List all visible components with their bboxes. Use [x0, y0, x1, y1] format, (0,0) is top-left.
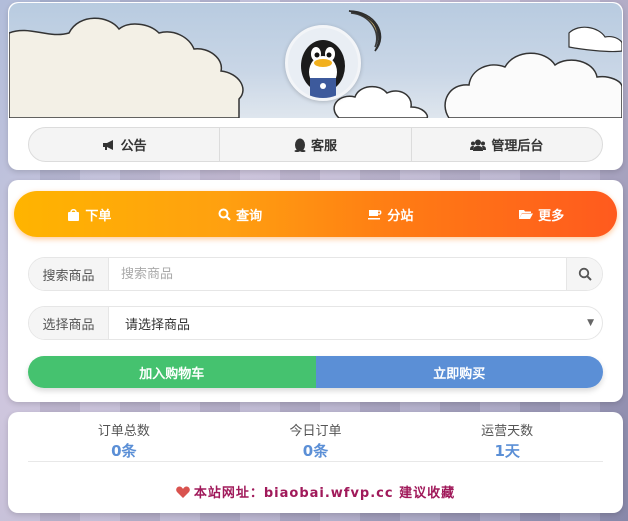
order-tabs: 下单 查询 分站 更多 — [14, 191, 617, 237]
stat-total-orders: 订单总数 0条 — [28, 422, 220, 461]
search-label: 搜索商品 — [29, 258, 109, 290]
stats-row: 订单总数 0条 今日订单 0条 运营天数 1天 — [28, 422, 603, 462]
buy-now-button[interactable]: 立即购买 — [315, 356, 603, 388]
shopping-bag-icon — [68, 208, 80, 221]
order-card: 下单 查询 分站 更多 搜索商品 搜索商品 选择商品 请选择商品 ▼ 加入购物车… — [8, 180, 623, 402]
product-select[interactable]: 请选择商品 ▼ — [109, 307, 602, 339]
tab-label: 查询 — [236, 208, 263, 224]
stat-value: 0条 — [302, 442, 329, 460]
tab-more[interactable]: 更多 — [466, 205, 617, 224]
nav-label: 公告 — [120, 139, 147, 154]
stats-card: 订单总数 0条 今日订单 0条 运营天数 1天 本站网址：biaobai.wfv… — [8, 412, 623, 513]
tab-query[interactable]: 查询 — [165, 205, 316, 224]
search-icon — [218, 208, 231, 221]
site-text: 本站网址：biaobai.wfvp.cc 建议收藏 — [193, 486, 456, 501]
nav-label: 客服 — [310, 139, 337, 154]
stat-today-orders: 今日订单 0条 — [220, 422, 412, 461]
nav-admin[interactable]: 管理后台 — [412, 128, 602, 161]
search-icon — [578, 267, 592, 281]
banner-image — [9, 3, 622, 118]
tab-label: 分站 — [387, 208, 414, 224]
folder-open-icon — [519, 210, 534, 219]
site-url-notice: 本站网址：biaobai.wfvp.cc 建议收藏 — [8, 482, 623, 501]
stat-value: 0条 — [111, 442, 137, 460]
stat-value: 1天 — [494, 442, 520, 460]
bullhorn-icon — [102, 139, 113, 150]
header-nav: 公告 客服 管理后台 — [28, 127, 603, 162]
tab-substation[interactable]: 分站 — [316, 205, 467, 224]
search-button[interactable] — [566, 258, 602, 290]
coffee-icon — [368, 210, 382, 220]
search-field: 搜索商品 — [28, 257, 603, 291]
header-card: 公告 客服 管理后台 — [8, 2, 623, 170]
select-label: 选择商品 — [29, 307, 109, 339]
stat-operating-days: 运营天数 1天 — [411, 422, 603, 461]
nav-label: 管理后台 — [491, 139, 544, 154]
stat-title: 今日订单 — [289, 424, 342, 439]
nav-customer-service[interactable]: 客服 — [220, 128, 412, 161]
tab-label: 更多 — [538, 208, 565, 224]
action-buttons: 加入购物车 立即购买 — [28, 356, 603, 388]
tab-order[interactable]: 下单 — [14, 205, 165, 224]
penguin-icon — [294, 138, 306, 152]
stat-title: 运营天数 — [481, 424, 534, 439]
users-icon — [470, 139, 487, 151]
add-to-cart-button[interactable]: 加入购物车 — [28, 356, 316, 388]
caret-down-icon: ▼ — [587, 318, 594, 328]
tab-label: 下单 — [85, 208, 112, 224]
avatar[interactable] — [285, 25, 361, 101]
heart-icon — [176, 485, 190, 498]
stat-title: 订单总数 — [97, 424, 150, 439]
search-input[interactable] — [109, 258, 566, 290]
product-select-field: 选择商品 请选择商品 ▼ — [28, 306, 603, 340]
select-value: 请选择商品 — [125, 317, 191, 333]
nav-announcement[interactable]: 公告 — [29, 128, 221, 161]
